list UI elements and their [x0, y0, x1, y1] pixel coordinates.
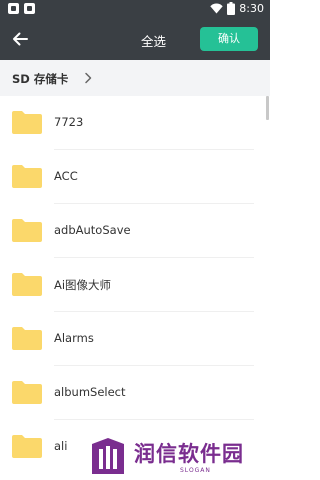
- folder-icon: [12, 327, 42, 350]
- folder-icon: [12, 219, 42, 242]
- notification-icons: [8, 3, 35, 14]
- watermark-slogan: SLOGAN: [180, 467, 211, 474]
- battery-icon: [227, 2, 236, 15]
- back-arrow-icon[interactable]: [10, 29, 30, 49]
- folder-name: Ai图像大师: [54, 278, 112, 292]
- a-notification-icon: [24, 3, 35, 14]
- select-all-button[interactable]: 全选: [141, 31, 166, 50]
- status-time: 8:30: [239, 2, 264, 15]
- scrollbar-thumb[interactable]: [266, 96, 269, 120]
- folder-name: Alarms: [54, 331, 94, 345]
- folder-name: albumSelect: [54, 385, 126, 399]
- folder-name: adbAutoSave: [54, 223, 131, 237]
- folder-icon: [12, 111, 42, 134]
- shield-notification-icon: [8, 3, 19, 14]
- folder-row[interactable]: Ai图像大师: [0, 258, 262, 312]
- wifi-icon: [210, 3, 223, 14]
- folder-icon: [12, 435, 42, 458]
- folder-row[interactable]: adbAutoSave: [0, 204, 262, 258]
- folder-row[interactable]: 7723: [0, 96, 262, 150]
- folder-row[interactable]: albumSelect: [0, 366, 262, 420]
- status-bar: 8:30: [0, 0, 270, 18]
- folder-row[interactable]: Alarms: [0, 312, 262, 366]
- folder-name: ali: [54, 439, 68, 453]
- chevron-right-icon: [85, 72, 92, 84]
- folder-icon: [12, 165, 42, 188]
- breadcrumb[interactable]: SD 存储卡: [0, 60, 270, 96]
- folder-row[interactable]: ACC: [0, 150, 262, 204]
- watermark-name: 润信软件园: [134, 442, 244, 466]
- app-bar: 全选 确认: [0, 18, 270, 60]
- watermark-logo-icon: [92, 438, 124, 474]
- status-indicators: 8:30: [210, 2, 264, 15]
- confirm-button[interactable]: 确认: [200, 27, 258, 51]
- folder-icon: [12, 381, 42, 404]
- storage-path-label[interactable]: SD 存储卡: [12, 71, 68, 87]
- folder-icon: [12, 273, 42, 296]
- watermark: 润信软件园 SLOGAN: [84, 431, 270, 480]
- folder-name: 7723: [54, 115, 84, 129]
- folder-name: ACC: [54, 169, 78, 183]
